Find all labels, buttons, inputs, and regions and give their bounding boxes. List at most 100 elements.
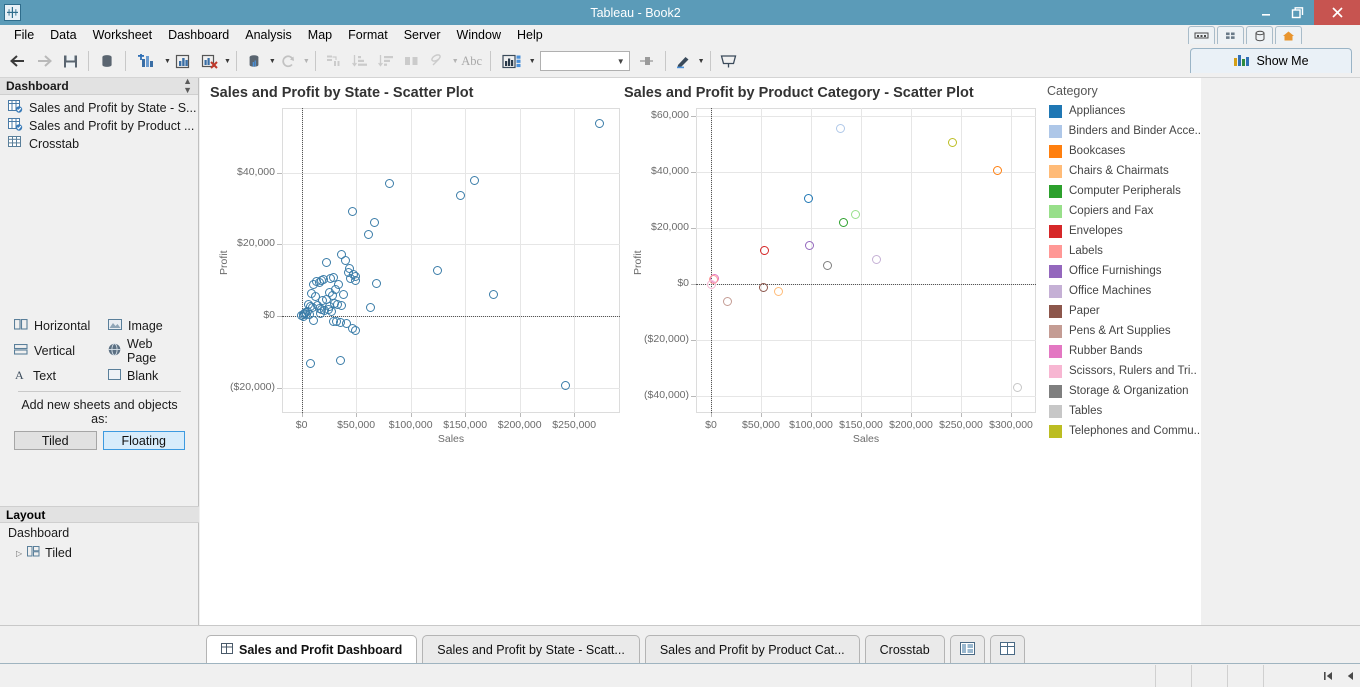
back-icon[interactable] — [6, 49, 30, 73]
scatter-mark[interactable] — [366, 302, 376, 312]
scatter-mark[interactable] — [1012, 382, 1022, 392]
legend-item[interactable]: Appliances — [1041, 101, 1201, 121]
scatter-mark[interactable] — [992, 166, 1002, 176]
legend-item[interactable]: Computer Peripherals — [1041, 181, 1201, 201]
legend-item[interactable]: Chairs & Chairmats — [1041, 161, 1201, 181]
sheet-item-crosstab[interactable]: Crosstab — [8, 135, 198, 153]
legend-item[interactable]: Copiers and Fax — [1041, 201, 1201, 221]
sheet-item-state-scatter[interactable]: Sales and Profit by State - S... — [8, 99, 198, 117]
fit-dropdown-icon[interactable]: ▼ — [529, 58, 536, 65]
menu-file[interactable]: File — [6, 25, 42, 45]
scatter-mark[interactable] — [324, 301, 334, 311]
scatter-mark[interactable] — [758, 282, 768, 292]
scatter-mark[interactable] — [595, 118, 605, 128]
home-tab-icon[interactable] — [1275, 26, 1302, 44]
scatter-mark[interactable] — [871, 255, 881, 265]
scatter-mark[interactable] — [835, 123, 845, 133]
fit-selector-icon[interactable] — [497, 49, 527, 73]
tab-sales-and-profit-by-state[interactable]: Sales and Profit by State - Scatt... — [422, 635, 640, 663]
object-web-page[interactable]: Web Page — [108, 337, 185, 365]
scatter-mark[interactable] — [329, 272, 339, 282]
legend-item[interactable]: Scissors, Rulers and Tri.. — [1041, 361, 1201, 381]
nav-first-icon[interactable] — [1317, 665, 1339, 687]
data-source-dropdown-icon[interactable]: ▼ — [269, 58, 276, 65]
save-icon[interactable] — [58, 49, 82, 73]
new-dashboard-button[interactable] — [949, 635, 985, 663]
object-image[interactable]: Image — [108, 319, 185, 333]
floating-mode-button[interactable]: Floating — [102, 431, 185, 450]
legend-item[interactable]: Bookcases — [1041, 141, 1201, 161]
tiled-mode-button[interactable]: Tiled — [14, 431, 97, 450]
scatter-mark[interactable] — [338, 289, 348, 299]
scatter-mark[interactable] — [773, 286, 783, 296]
show-me-button[interactable]: Show Me — [1190, 48, 1352, 73]
menu-window[interactable]: Window — [449, 25, 509, 45]
legend-item[interactable]: Labels — [1041, 241, 1201, 261]
scatter-mark[interactable] — [299, 311, 309, 321]
close-icon[interactable] — [1314, 0, 1360, 25]
menu-map[interactable]: Map — [300, 25, 340, 45]
scatter-mark[interactable] — [469, 176, 479, 186]
scatter-mark[interactable] — [350, 325, 360, 335]
new-worksheet-icon[interactable] — [132, 49, 162, 73]
legend-item[interactable]: Tables — [1041, 401, 1201, 421]
scatter-mark[interactable] — [947, 137, 957, 147]
legend-item[interactable]: Office Furnishings — [1041, 261, 1201, 281]
sheet-item-product-scatter[interactable]: Sales and Profit by Product ... — [8, 117, 198, 135]
legend-item[interactable]: Pens & Art Supplies — [1041, 321, 1201, 341]
new-worksheet-dropdown-icon[interactable]: ▼ — [164, 58, 171, 65]
legend-item[interactable]: Storage & Organization — [1041, 381, 1201, 401]
scatter-mark[interactable] — [384, 178, 394, 188]
menu-help[interactable]: Help — [509, 25, 551, 45]
scatter-mark[interactable] — [455, 190, 465, 200]
scatter-mark[interactable] — [315, 308, 325, 318]
fit-combo-box[interactable]: ▼ — [539, 51, 630, 71]
data-source-tab-icon[interactable] — [1188, 26, 1215, 44]
scatter-mark[interactable] — [561, 380, 571, 390]
object-blank[interactable]: Blank — [108, 369, 185, 383]
expand-triangle-icon[interactable]: ▷ — [16, 549, 22, 558]
panel-resize-icon[interactable]: ▲ ▼ — [183, 77, 192, 95]
scatter-mark[interactable] — [803, 193, 813, 203]
menu-data[interactable]: Data — [42, 25, 84, 45]
scatter-mark[interactable] — [336, 301, 346, 311]
layout-tree-item-tiled[interactable]: ▷ Tiled — [8, 544, 199, 562]
legend-item[interactable]: Binders and Binder Acce.. — [1041, 121, 1201, 141]
menu-dashboard[interactable]: Dashboard — [160, 25, 237, 45]
scatter-mark[interactable] — [335, 355, 345, 365]
scatter-mark[interactable] — [371, 278, 381, 288]
legend-item[interactable]: Paper — [1041, 301, 1201, 321]
scatter-mark[interactable] — [850, 209, 860, 219]
connect-data-icon[interactable] — [95, 49, 119, 73]
tab-sales-and-profit-dashboard[interactable]: Sales and Profit Dashboard — [206, 635, 418, 663]
tab-crosstab[interactable]: Crosstab — [864, 635, 945, 663]
legend-item[interactable]: Envelopes — [1041, 221, 1201, 241]
legend-item[interactable]: Office Machines — [1041, 281, 1201, 301]
duplicate-sheet-icon[interactable] — [172, 49, 196, 73]
object-text[interactable]: A Text — [14, 368, 108, 383]
restore-icon[interactable] — [1282, 0, 1314, 25]
menu-analysis[interactable]: Analysis — [237, 25, 300, 45]
storage-tab-icon[interactable] — [1246, 26, 1273, 44]
scatter-mark[interactable] — [370, 217, 380, 227]
highlight-dropdown-icon[interactable]: ▼ — [698, 58, 705, 65]
scatter-mark[interactable] — [363, 230, 373, 240]
scatter-mark[interactable] — [707, 279, 717, 289]
object-horizontal[interactable]: Horizontal — [13, 318, 108, 333]
menu-server[interactable]: Server — [396, 25, 449, 45]
sheet-grid-tab-icon[interactable] — [1217, 26, 1244, 44]
nav-prev-icon[interactable] — [1339, 665, 1360, 687]
clear-sheet-icon[interactable] — [198, 49, 222, 73]
object-vertical[interactable]: Vertical — [13, 337, 108, 365]
forward-icon[interactable] — [32, 49, 56, 73]
tab-sales-and-profit-by-product[interactable]: Sales and Profit by Product Cat... — [644, 635, 860, 663]
menu-format[interactable]: Format — [340, 25, 396, 45]
presentation-mode-icon[interactable] — [717, 49, 741, 73]
clear-sheet-dropdown-icon[interactable]: ▼ — [224, 58, 231, 65]
scatter-mark[interactable] — [432, 265, 442, 275]
highlight-icon[interactable] — [672, 49, 696, 73]
scatter-mark[interactable] — [822, 260, 832, 270]
scatter-mark[interactable] — [838, 217, 848, 227]
scatter-mark[interactable] — [759, 246, 769, 256]
minimize-icon[interactable] — [1250, 0, 1282, 25]
